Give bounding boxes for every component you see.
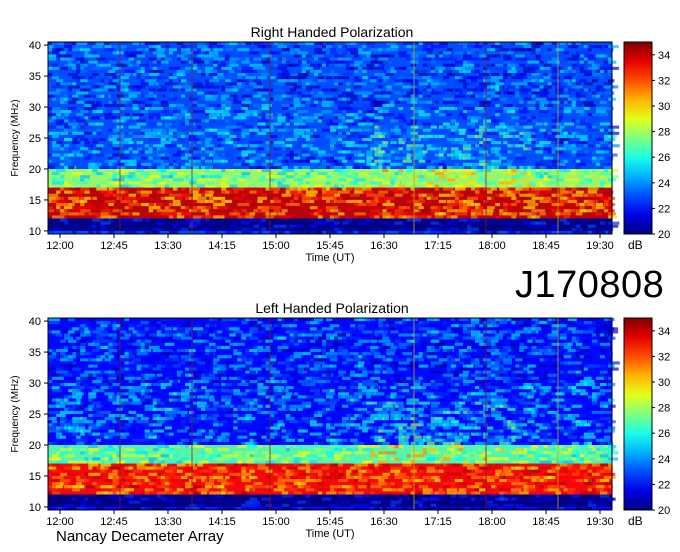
colorbar-tick-label: 34 <box>658 50 670 62</box>
colorbar-tick-label: 32 <box>658 75 670 87</box>
colorbar-tick-label: 24 <box>658 178 670 190</box>
x-tick-label: 16:30 <box>370 240 398 252</box>
colorbar-tick-label: 22 <box>658 203 670 215</box>
x-tick-label: 17:15 <box>424 516 452 528</box>
y-axis-label: Frequency (MHz) <box>10 375 21 452</box>
y-tick-label: 10 <box>29 226 41 238</box>
colorbar-tick-label: 20 <box>658 229 670 241</box>
colorbar-tick-label: 30 <box>658 377 670 389</box>
x-tick-label: 15:00 <box>262 516 290 528</box>
x-tick-label: 13:30 <box>154 516 182 528</box>
x-tick-label: 18:00 <box>478 240 506 252</box>
colorbar-tick-label: 26 <box>658 428 670 440</box>
colorbar-tick-label: 28 <box>658 127 670 139</box>
y-tick-label: 15 <box>29 471 41 483</box>
x-axis-label: Time (UT) <box>305 252 354 264</box>
spectrogram-panel-0: 12:00 12:45 13:30 14:15 15:00 15:45 16:30 17:15… <box>10 40 670 264</box>
x-tick-label: 16:30 <box>370 516 398 528</box>
y-tick-label: 30 <box>29 102 41 114</box>
colorbar-tick-label: 26 <box>658 152 670 164</box>
y-axis-label: Frequency (MHz) <box>10 99 21 176</box>
colorbar-tick-label: 22 <box>658 479 670 491</box>
colorbar-unit-label: dB <box>628 514 643 528</box>
y-tick-label: 10 <box>29 502 41 514</box>
x-tick-label: 12:00 <box>46 516 74 528</box>
colorbar-tick-label: 30 <box>658 101 670 113</box>
colorbar-tick-label: 34 <box>658 326 670 338</box>
x-tick-label: 14:15 <box>208 240 236 252</box>
x-tick-label: 14:15 <box>208 516 236 528</box>
colorbar-unit-label: dB <box>628 238 643 252</box>
x-tick-label: 17:15 <box>424 240 452 252</box>
y-tick-label: 25 <box>29 409 41 421</box>
y-tick-label: 25 <box>29 133 41 145</box>
y-tick-label: 15 <box>29 195 41 207</box>
y-tick-label: 40 <box>29 316 41 328</box>
x-tick-label: 18:45 <box>532 240 560 252</box>
x-tick-label: 12:45 <box>100 240 128 252</box>
x-tick-label: 15:00 <box>262 240 290 252</box>
x-tick-label: 19:30 <box>586 516 614 528</box>
spectrogram-figure: 12:00 12:45 13:30 14:15 15:00 15:45 16:30 17:15… <box>10 40 670 540</box>
x-tick-label: 18:45 <box>532 516 560 528</box>
x-tick-label: 15:45 <box>316 240 344 252</box>
x-tick-label: 18:00 <box>478 516 506 528</box>
colorbar-tick-label: 32 <box>658 351 670 363</box>
spectrogram-panel-1: 12:00 12:45 13:30 14:15 15:00 15:45 16:30 17:15… <box>10 316 670 540</box>
x-tick-label: 15:45 <box>316 516 344 528</box>
y-tick-label: 20 <box>29 440 41 452</box>
y-tick-label: 30 <box>29 378 41 390</box>
y-tick-label: 35 <box>29 71 41 83</box>
colorbar-tick-label: 24 <box>658 454 670 466</box>
colorbar-tick-label: 20 <box>658 505 670 517</box>
colorbar-tick-label: 28 <box>658 403 670 415</box>
x-axis-label: Time (UT) <box>305 528 354 540</box>
x-tick-label: 13:30 <box>154 240 182 252</box>
x-tick-label: 12:45 <box>100 516 128 528</box>
y-tick-label: 35 <box>29 347 41 359</box>
x-tick-label: 19:30 <box>586 240 614 252</box>
colorbar <box>623 317 653 511</box>
y-tick-label: 40 <box>29 40 41 52</box>
x-tick-label: 12:00 <box>46 240 74 252</box>
y-tick-label: 20 <box>29 164 41 176</box>
colorbar <box>623 41 653 235</box>
